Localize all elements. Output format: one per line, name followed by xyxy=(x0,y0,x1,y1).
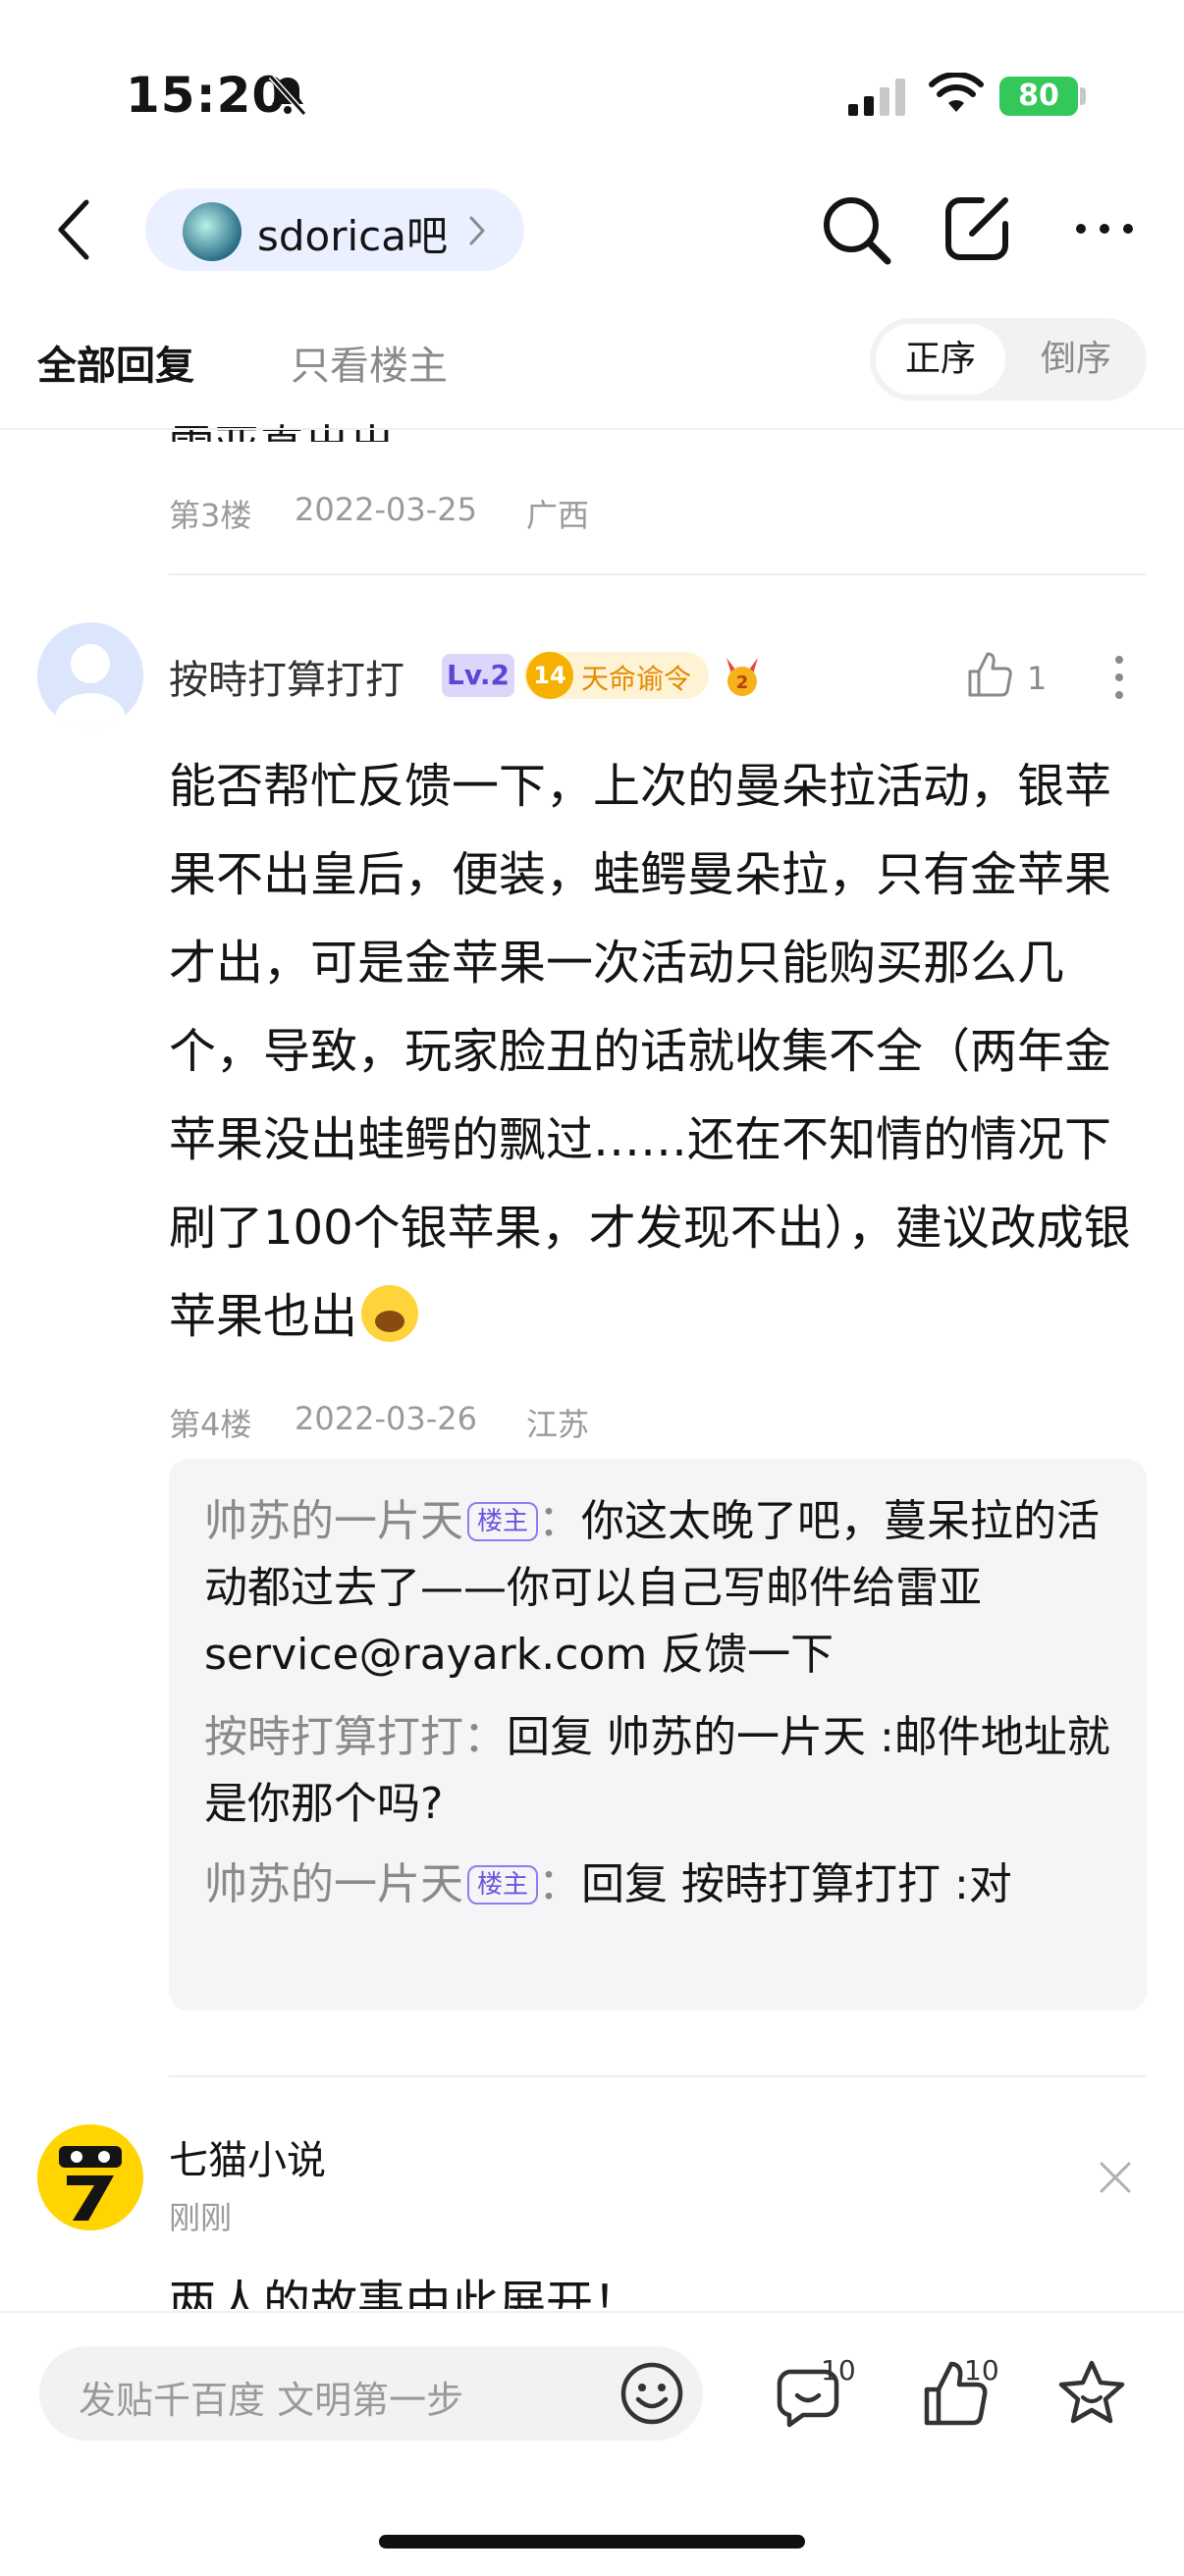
op-tag: 楼主 xyxy=(467,1502,539,1541)
divider xyxy=(169,573,1147,575)
edit-post-icon[interactable] xyxy=(942,192,1013,263)
cry-emoji-icon xyxy=(361,1285,419,1342)
post-floor: 第4楼 xyxy=(169,1406,252,1443)
reply-author[interactable]: 按時打算打打 xyxy=(204,1712,463,1762)
ad-time: 刚刚 xyxy=(169,2199,233,2236)
like-count: 1 xyxy=(1027,660,1048,697)
prev-post-date: 2022-03-25 xyxy=(295,491,477,528)
cell-signal-icon xyxy=(848,79,905,116)
battery-level: 80 xyxy=(999,77,1078,116)
reply-author[interactable]: 帅苏的一片天 xyxy=(204,1859,463,1909)
tab-all-replies[interactable]: 全部回复 xyxy=(37,334,194,391)
battery-tip xyxy=(1080,87,1086,105)
star-favorite-icon[interactable] xyxy=(1056,2358,1127,2427)
ad-text[interactable]: 两人的故事由此展开！ xyxy=(169,2264,640,2309)
post-location: 江苏 xyxy=(526,1406,590,1443)
forum-name[interactable]: sdorica吧 xyxy=(257,203,448,263)
chevron-right-icon xyxy=(469,216,485,245)
reply-text: 回复 按時打算打打 :对 xyxy=(581,1859,1012,1909)
thumbs-up-icon[interactable] xyxy=(966,650,1013,699)
svg-text:2: 2 xyxy=(736,672,749,693)
reply-count: 10 xyxy=(821,2354,856,2387)
title-badge-text: 天命谕令 xyxy=(581,663,692,695)
op-tag: 楼主 xyxy=(467,1865,539,1905)
sort-descending-button[interactable]: 倒序 xyxy=(1011,324,1141,395)
post-date: 2022-03-26 xyxy=(295,1400,477,1437)
prev-post-location: 广西 xyxy=(526,497,590,534)
medal-icon: 2 xyxy=(727,658,758,696)
sub-reply[interactable]: 帅苏的一片天 楼主 ：你这太晚了吧，蔓呆拉的活动都过去了——你可以自己写邮件给雷亚 … xyxy=(204,1488,1117,1689)
sub-replies[interactable]: 帅苏的一片天 楼主 ：你这太晚了吧，蔓呆拉的活动都过去了——你可以自己写邮件给雷亚 … xyxy=(169,1459,1147,2011)
reply-separator: ： xyxy=(538,1859,582,1909)
user-avatar[interactable] xyxy=(37,622,143,728)
reply-author[interactable]: 帅苏的一片天 xyxy=(204,1496,463,1546)
wifi-icon xyxy=(929,73,984,112)
post-menu-icon[interactable] xyxy=(1113,654,1125,701)
qimao-logo-icon xyxy=(59,2146,122,2221)
post-username[interactable]: 按時打算打打 xyxy=(169,648,404,705)
more-options-icon[interactable] xyxy=(1074,222,1135,236)
back-arrow-icon[interactable] xyxy=(55,198,94,261)
reply-separator: ： xyxy=(463,1712,507,1762)
tab-divider xyxy=(0,428,1184,430)
ad-name[interactable]: 七猫小说 xyxy=(169,2128,326,2185)
search-icon[interactable] xyxy=(819,192,893,267)
prev-post-floor: 第3楼 xyxy=(169,497,252,534)
post-content: 能否帮忙反馈一下，上次的曼朵拉活动，银苹果不出皇后，便装，蛙鳄曼朵拉，只有金苹果… xyxy=(169,742,1151,1361)
sub-reply[interactable]: 帅苏的一片天 楼主 ：回复 按時打算打打 :对 xyxy=(204,1852,1117,1918)
sort-ascending-button[interactable]: 正序 xyxy=(876,324,1005,395)
post-text: 能否帮忙反馈一下，上次的曼朵拉活动，银苹果不出皇后，便装，蛙鳄曼朵拉，只有金苹果… xyxy=(169,759,1131,1344)
status-time: 15:20 xyxy=(126,67,288,124)
bell-muted-icon xyxy=(268,74,307,117)
reply-separator: ： xyxy=(538,1496,582,1546)
like-total-count: 10 xyxy=(964,2354,999,2387)
sub-reply[interactable]: 按時打算打打：回复 帅苏的一片天 :邮件地址就是你那个吗? xyxy=(204,1704,1117,1838)
reply-input-placeholder[interactable]: 发贴千百度 文明第一步 xyxy=(79,2370,463,2424)
close-icon[interactable] xyxy=(1098,2160,1133,2195)
level-badge: Lv.2 xyxy=(442,654,514,697)
title-badge-number: 14 xyxy=(526,652,573,699)
default-avatar-icon xyxy=(55,644,126,728)
ad-avatar[interactable] xyxy=(37,2124,143,2230)
prev-post-text: 雷亚真出出 xyxy=(169,393,395,442)
forum-avatar xyxy=(183,202,242,261)
divider xyxy=(169,2075,1147,2077)
tab-op-only[interactable]: 只看楼主 xyxy=(291,334,448,391)
emoji-icon[interactable] xyxy=(619,2360,685,2427)
home-indicator[interactable] xyxy=(379,2535,805,2549)
